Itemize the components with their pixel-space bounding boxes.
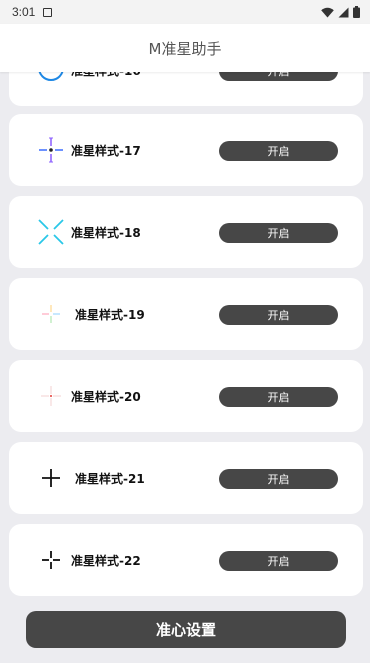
- crosshair-settings-button[interactable]: 准心设置: [26, 611, 346, 648]
- style-card-21: 准星样式-21 开启: [9, 442, 363, 514]
- app-bar: M准星助手: [0, 24, 370, 72]
- enable-style-16-button[interactable]: 开启: [219, 72, 338, 81]
- style-label: 准星样式-18: [71, 225, 141, 240]
- enable-style-20-button[interactable]: 开启: [219, 387, 338, 407]
- crosshair-17-icon: [39, 137, 63, 163]
- style-card-18: 准星样式-18 开启: [9, 196, 363, 268]
- status-icons: [321, 6, 360, 18]
- enable-style-18-button[interactable]: 开启: [219, 223, 338, 243]
- style-card-16: 准星样式-16 开启: [9, 72, 363, 106]
- style-card-20: 准星样式-20 开启: [9, 360, 363, 432]
- enable-style-22-button[interactable]: 开启: [219, 551, 338, 571]
- crosshair-19-icon: [42, 305, 60, 323]
- enable-style-17-button[interactable]: 开启: [219, 141, 338, 161]
- style-label: 准星样式-19: [75, 307, 145, 322]
- enable-style-19-button[interactable]: 开启: [219, 305, 338, 325]
- crosshair-16-icon: [38, 72, 64, 81]
- crosshair-style-list[interactable]: 准星样式-16 开启 准星样式-17 开启 准星样式-18 开启: [0, 72, 370, 600]
- battery-icon: [353, 6, 360, 18]
- status-time: 3:01: [12, 5, 36, 19]
- style-card-19: 准星样式-19 开启: [9, 278, 363, 350]
- signal-icon: [338, 7, 349, 17]
- style-label: 准星样式-16: [71, 72, 141, 106]
- enable-style-21-button[interactable]: 开启: [219, 469, 338, 489]
- style-label: 准星样式-20: [71, 389, 141, 404]
- style-card-22: 准星样式-22 开启: [9, 524, 363, 596]
- status-bar: 3:01: [0, 0, 370, 24]
- crosshair-22-icon: [42, 551, 60, 569]
- app-title: M准星助手: [148, 39, 222, 58]
- style-label: 准星样式-22: [71, 553, 141, 568]
- notification-icon: [43, 7, 53, 17]
- style-label: 准星样式-21: [75, 471, 145, 486]
- style-card-17: 准星样式-17 开启: [9, 114, 363, 186]
- crosshair-18-icon: [38, 219, 64, 245]
- crosshair-20-icon: [41, 386, 61, 406]
- crosshair-21-icon: [42, 469, 60, 487]
- wifi-icon: [321, 7, 334, 17]
- style-label: 准星样式-17: [71, 143, 141, 158]
